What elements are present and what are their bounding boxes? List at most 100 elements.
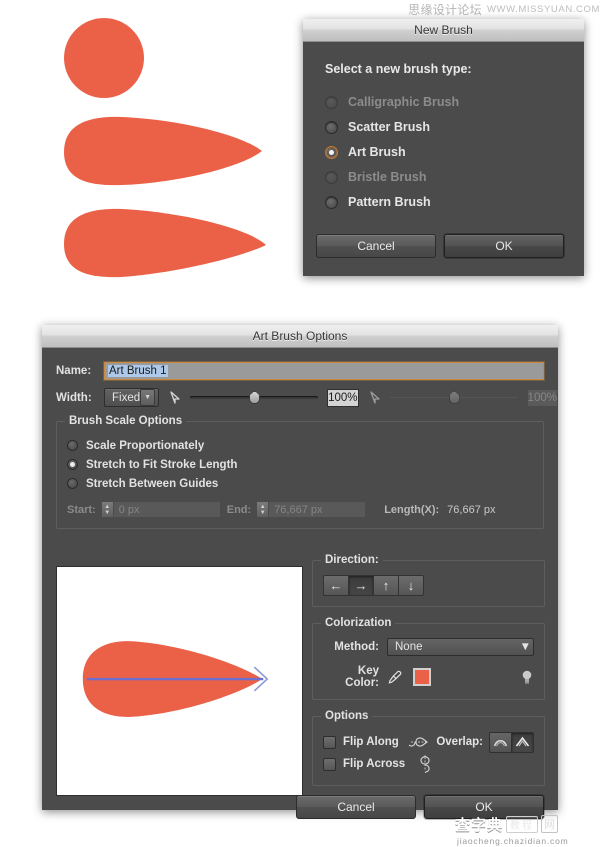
start-end-row: Start: ▲▼ 0 px End: ▲▼ 76,667 px Length(… <box>67 501 533 518</box>
new-brush-body: Select a new brush type: Calligraphic Br… <box>303 42 584 214</box>
new-brush-prompt: Select a new brush type: <box>325 62 562 76</box>
brush-preview-box <box>56 566 303 796</box>
new-brush-dialog: New Brush Select a new brush type: Calli… <box>303 19 584 276</box>
method-select[interactable]: None ▼ <box>387 638 534 656</box>
colorization-group: Colorization Method: None ▼ Key Color: <box>312 623 545 700</box>
direction-button-row: ← → ↑ ↓ <box>323 575 534 596</box>
method-select-value: None <box>395 641 423 653</box>
width-slider-primary[interactable] <box>190 391 318 405</box>
name-row: Name: Art Brush 1 <box>56 362 544 380</box>
brush-type-calligraphic: Calligraphic Brush <box>325 90 562 114</box>
width-percent-secondary-input: 100% <box>527 389 558 407</box>
scale-option-label-stretch-between-guides: Stretch Between Guides <box>86 478 218 490</box>
method-label: Method: <box>323 641 379 653</box>
brush-type-pattern[interactable]: Pattern Brush <box>325 190 562 214</box>
brush-type-art[interactable]: Art Brush <box>325 140 562 164</box>
direction-up-button[interactable]: ↑ <box>373 575 398 596</box>
watermark-bottom: 查字典 教程 网 jiaocheng.chazidian.com <box>455 812 600 847</box>
chevron-down-icon[interactable]: ▼ <box>140 389 155 406</box>
width-slider-group-secondary <box>369 390 518 405</box>
stepper-arrows-icon-end: ▲▼ <box>257 502 269 517</box>
watermark-top: 思缘设计论坛 WWW.MISSYUAN.COM <box>390 0 600 18</box>
radio-icon-scale-proportionately[interactable] <box>67 440 78 451</box>
artwork-canvas <box>0 0 310 300</box>
brush-type-bristle: Bristle Brush <box>325 165 562 189</box>
watermark-bottom-wang: 网 <box>541 815 558 833</box>
overlap-round-icon <box>493 736 508 748</box>
brush-type-label-bristle: Bristle Brush <box>348 170 427 184</box>
key-color-label: Key Color: <box>323 665 379 689</box>
chevron-down-icon-method[interactable]: ▼ <box>520 641 531 653</box>
brush-name-input[interactable]: Art Brush 1 <box>104 362 544 380</box>
scale-option-label-stretch-to-fit: Stretch to Fit Stroke Length <box>86 459 237 471</box>
scale-option-label-proportionately: Scale Proportionately <box>86 440 204 452</box>
scale-option-stretch-to-fit[interactable]: Stretch to Fit Stroke Length <box>67 455 533 474</box>
slider-knob[interactable] <box>249 391 260 404</box>
brush-scale-options-group: Brush Scale Options Scale Proportionatel… <box>56 421 544 529</box>
stepper-arrows-icon-start: ▲▼ <box>102 502 114 517</box>
direction-left-button[interactable]: ← <box>323 575 348 596</box>
width-select[interactable]: Fixed ▼ <box>104 388 159 407</box>
overlap-sharp-button[interactable] <box>511 732 534 753</box>
slider-knob-secondary <box>449 391 460 404</box>
scale-option-proportionately[interactable]: Scale Proportionately <box>67 436 533 455</box>
new-brush-ok-button[interactable]: OK <box>444 234 564 258</box>
circle-shape <box>64 18 144 98</box>
radio-icon-scatter[interactable] <box>325 121 338 134</box>
brush-scale-options-title: Brush Scale Options <box>65 415 186 427</box>
art-brush-right-column: Direction: ← → ↑ ↓ Colorization Method: … <box>312 560 545 786</box>
key-color-row: Key Color: <box>323 665 534 689</box>
overlap-sharp-icon <box>515 736 530 748</box>
checkbox-icon-flip-across[interactable] <box>323 758 336 771</box>
pen-pressure-icon <box>169 390 185 405</box>
direction-down-button[interactable]: ↓ <box>398 575 424 596</box>
width-row: Width: Fixed ▼ 100% <box>56 388 544 407</box>
direction-group: Direction: ← → ↑ ↓ <box>312 560 545 607</box>
brush-type-label-calligraphic: Calligraphic Brush <box>348 95 459 109</box>
pen-tilt-icon <box>369 390 385 405</box>
end-value: 76,667 px <box>269 504 322 516</box>
flip-along-label: Flip Along <box>343 736 399 748</box>
flip-across-row[interactable]: Flip Across <box>323 753 534 775</box>
overlap-button-row <box>489 732 534 753</box>
tips-lightbulb-icon[interactable] <box>520 668 534 686</box>
flip-across-label: Flip Across <box>343 758 405 770</box>
width-slider-group-primary <box>169 390 318 405</box>
art-brush-body: Name: Art Brush 1 Width: Fixed ▼ 100 <box>42 348 558 833</box>
start-input: ▲▼ 0 px <box>101 501 221 518</box>
watermark-bottom-row: 查字典 教程 网 <box>455 814 558 835</box>
direction-right-button[interactable]: → <box>348 575 373 596</box>
art-brush-cancel-button[interactable]: Cancel <box>296 795 416 819</box>
art-brush-titlebar: Art Brush Options <box>42 325 558 348</box>
new-brush-cancel-button[interactable]: Cancel <box>316 234 436 258</box>
watermark-top-url: WWW.MISSYUAN.COM <box>487 4 600 15</box>
radio-icon-pattern[interactable] <box>325 196 338 209</box>
key-color-swatch[interactable] <box>413 668 431 686</box>
flip-across-preview-icon <box>414 755 436 773</box>
length-value: 76,667 px <box>447 504 495 516</box>
pointed-teardrop-shape <box>64 209 266 277</box>
radio-icon-stretch-to-fit[interactable] <box>67 459 78 470</box>
art-brush-title: Art Brush Options <box>253 329 348 343</box>
brush-preview-canvas <box>57 567 300 793</box>
width-percent-input[interactable]: 100% <box>327 389 358 407</box>
options-group-title: Options <box>321 710 372 722</box>
end-input: ▲▼ 76,667 px <box>256 501 366 518</box>
overlap-round-button[interactable] <box>489 732 511 753</box>
start-label: Start: <box>67 504 96 516</box>
rounded-teardrop-shape <box>64 117 262 185</box>
start-value: 0 px <box>114 504 140 516</box>
checkbox-icon-flip-along[interactable] <box>323 736 336 749</box>
new-brush-title: New Brush <box>414 23 473 37</box>
colorization-group-title: Colorization <box>321 617 395 629</box>
brush-type-scatter[interactable]: Scatter Brush <box>325 115 562 139</box>
scale-option-stretch-between-guides[interactable]: Stretch Between Guides <box>67 474 533 493</box>
flip-along-row[interactable]: Flip Along Overlap: <box>323 731 534 753</box>
width-label: Width: <box>56 392 104 404</box>
width-slider-secondary <box>390 391 518 405</box>
radio-icon-calligraphic <box>325 96 338 109</box>
radio-icon-stretch-between-guides[interactable] <box>67 478 78 489</box>
eyedropper-icon[interactable] <box>387 669 403 685</box>
radio-icon-art[interactable] <box>325 146 338 159</box>
art-brush-options-dialog: Art Brush Options Name: Art Brush 1 Widt… <box>42 325 558 810</box>
